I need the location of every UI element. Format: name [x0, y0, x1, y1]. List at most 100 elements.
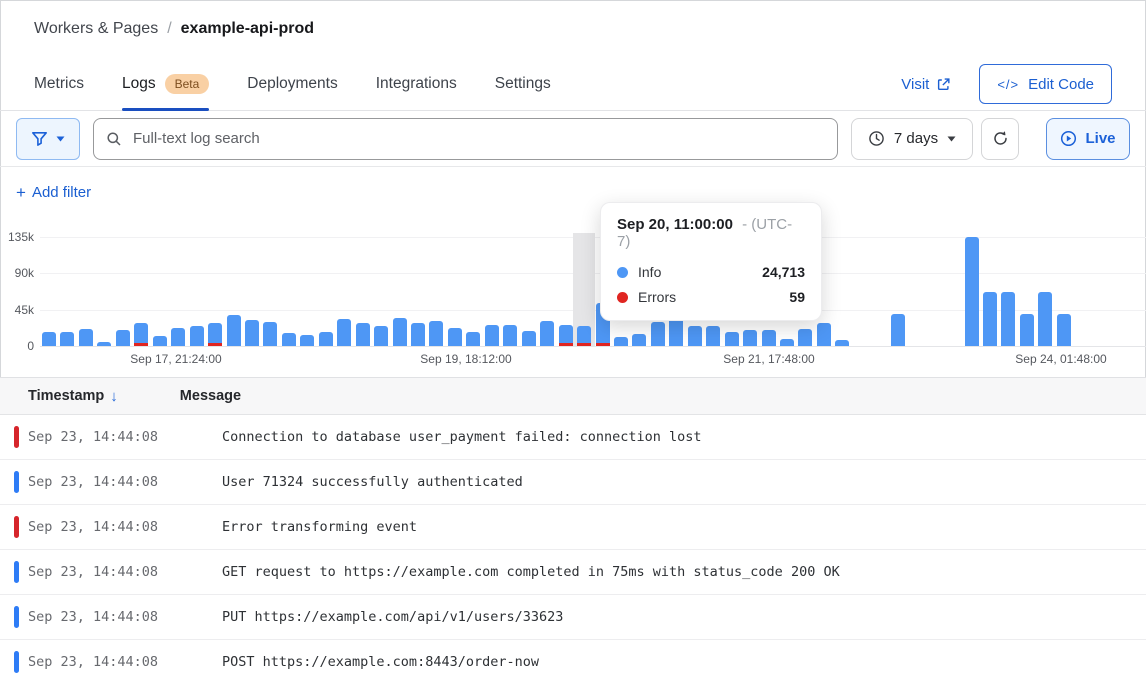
- edit-code-button[interactable]: </> Edit Code: [979, 64, 1112, 104]
- filter-menu-button[interactable]: [16, 118, 80, 160]
- chart-bar[interactable]: [190, 326, 204, 346]
- chart-bar[interactable]: [522, 331, 536, 346]
- chart-bar[interactable]: [632, 334, 646, 346]
- tab-metrics[interactable]: Metrics: [34, 58, 84, 110]
- bar-info-segment: [97, 342, 111, 346]
- breadcrumb-separator: /: [167, 20, 171, 38]
- chart-bar[interactable]: [1038, 292, 1052, 346]
- chart-bar[interactable]: [60, 332, 74, 346]
- chart-bar[interactable]: [780, 339, 794, 346]
- filter-row: + Add filter: [0, 167, 1146, 211]
- chart-bar[interactable]: [153, 336, 167, 346]
- chart-bar[interactable]: [97, 342, 111, 346]
- chart-bar[interactable]: [171, 328, 185, 346]
- chart-bar[interactable]: [411, 323, 425, 346]
- chart-bar[interactable]: [762, 330, 776, 346]
- log-search-box[interactable]: [93, 118, 838, 160]
- chart-bar[interactable]: [134, 323, 148, 346]
- chart-bar[interactable]: [743, 330, 757, 346]
- search-input[interactable]: [131, 129, 825, 148]
- live-button[interactable]: Live: [1046, 118, 1130, 160]
- log-rows: Sep 23, 14:44:08 Connection to database u…: [0, 415, 1146, 681]
- chart-bar[interactable]: [300, 335, 314, 346]
- chevron-down-icon: [56, 136, 65, 142]
- chart-bar[interactable]: [835, 340, 849, 346]
- chart-bar[interactable]: [116, 330, 130, 346]
- tooltip-series-label: Info: [638, 264, 661, 280]
- chart-bar[interactable]: [798, 329, 812, 346]
- chart-bar[interactable]: [725, 332, 739, 346]
- table-row[interactable]: Sep 23, 14:44:08GET request to https://e…: [0, 550, 1146, 595]
- sort-descending-icon[interactable]: ↓: [110, 388, 118, 405]
- chart-bar[interactable]: [319, 332, 333, 346]
- chart-bar[interactable]: [965, 237, 979, 346]
- add-filter-button[interactable]: + Add filter: [16, 184, 91, 201]
- chart-bar[interactable]: [466, 332, 480, 346]
- bar-error-segment: [596, 343, 610, 346]
- log-timestamp: Sep 23, 14:44:08: [28, 519, 206, 535]
- chart-bar[interactable]: [1001, 292, 1015, 346]
- time-range-button[interactable]: 7 days: [851, 118, 973, 160]
- edit-code-label: Edit Code: [1028, 76, 1094, 93]
- breadcrumb-section[interactable]: Workers & Pages: [34, 20, 158, 38]
- chart-bar[interactable]: [356, 323, 370, 346]
- bar-error-segment: [577, 343, 591, 346]
- chart-bar[interactable]: [374, 326, 388, 346]
- chart-bar[interactable]: [503, 325, 517, 346]
- bar-info-segment: [817, 323, 831, 346]
- chart-tooltip: Sep 20, 11:00:00 - (UTC-7) Info24,713Err…: [600, 202, 822, 321]
- chart-bar[interactable]: [393, 318, 407, 346]
- table-row[interactable]: Sep 23, 14:44:08POST https://example.com…: [0, 640, 1146, 681]
- log-volume-chart[interactable]: 135k90k45k0Sep 17, 21:24:00Sep 19, 18:12…: [0, 211, 1146, 377]
- chart-bar[interactable]: [282, 333, 296, 346]
- chart-bar[interactable]: [227, 315, 241, 346]
- bar-info-segment: [337, 319, 351, 346]
- chart-bar[interactable]: [245, 320, 259, 346]
- bar-error-segment: [559, 343, 573, 346]
- chart-bar[interactable]: [1057, 314, 1071, 346]
- bar-info-segment: [300, 335, 314, 346]
- log-message: Connection to database user_payment fail…: [222, 429, 702, 445]
- chart-bar[interactable]: [891, 314, 905, 346]
- tab-logs[interactable]: LogsBeta: [122, 58, 209, 110]
- chart-bar[interactable]: [42, 332, 56, 346]
- chart-bar[interactable]: [651, 322, 665, 346]
- chart-bar[interactable]: [337, 319, 351, 346]
- bar-info-segment: [798, 329, 812, 346]
- visit-link[interactable]: Visit: [901, 76, 951, 93]
- chart-bar[interactable]: [448, 328, 462, 346]
- timestamp-column-label: Timestamp: [28, 388, 104, 404]
- chart-bar[interactable]: [577, 326, 591, 346]
- refresh-button[interactable]: [981, 118, 1019, 160]
- log-message: Error transforming event: [222, 519, 417, 535]
- bar-info-segment: [632, 334, 646, 346]
- chart-bar[interactable]: [983, 292, 997, 346]
- tabs: Metrics LogsBeta Deployments Integrations Se…: [34, 58, 589, 110]
- tab-integrations[interactable]: Integrations: [376, 58, 457, 110]
- header-actions: Visit </> Edit Code: [901, 58, 1112, 110]
- table-row[interactable]: Sep 23, 14:44:08User 71324 successfully …: [0, 460, 1146, 505]
- chart-bar[interactable]: [688, 326, 702, 346]
- chart-bar[interactable]: [559, 325, 573, 346]
- chart-bar[interactable]: [1020, 314, 1034, 346]
- workers-logs-page: Workers & Pages / example-api-prod Metri…: [0, 0, 1146, 681]
- add-filter-label: Add filter: [32, 184, 91, 201]
- column-header-timestamp[interactable]: Timestamp ↓: [28, 388, 118, 405]
- chart-bar[interactable]: [79, 329, 93, 346]
- tab-deployments[interactable]: Deployments: [247, 58, 337, 110]
- chart-bar[interactable]: [429, 321, 443, 346]
- table-row[interactable]: Sep 23, 14:44:08Connection to database u…: [0, 415, 1146, 460]
- chart-bar[interactable]: [706, 326, 720, 346]
- tab-settings[interactable]: Settings: [495, 58, 551, 110]
- table-row[interactable]: Sep 23, 14:44:08PUT https://example.com/…: [0, 595, 1146, 640]
- chart-bar[interactable]: [208, 323, 222, 346]
- chart-bar[interactable]: [485, 325, 499, 346]
- table-row[interactable]: Sep 23, 14:44:08 Error transforming event: [0, 505, 1146, 550]
- log-message: POST https://example.com:8443/order-now: [222, 654, 539, 670]
- column-header-message[interactable]: Message: [180, 388, 241, 404]
- chart-bar[interactable]: [540, 321, 554, 346]
- chart-bar[interactable]: [263, 322, 277, 346]
- chart-bar[interactable]: [817, 323, 831, 346]
- bar-info-segment: [1038, 292, 1052, 346]
- chart-bar[interactable]: [614, 337, 628, 346]
